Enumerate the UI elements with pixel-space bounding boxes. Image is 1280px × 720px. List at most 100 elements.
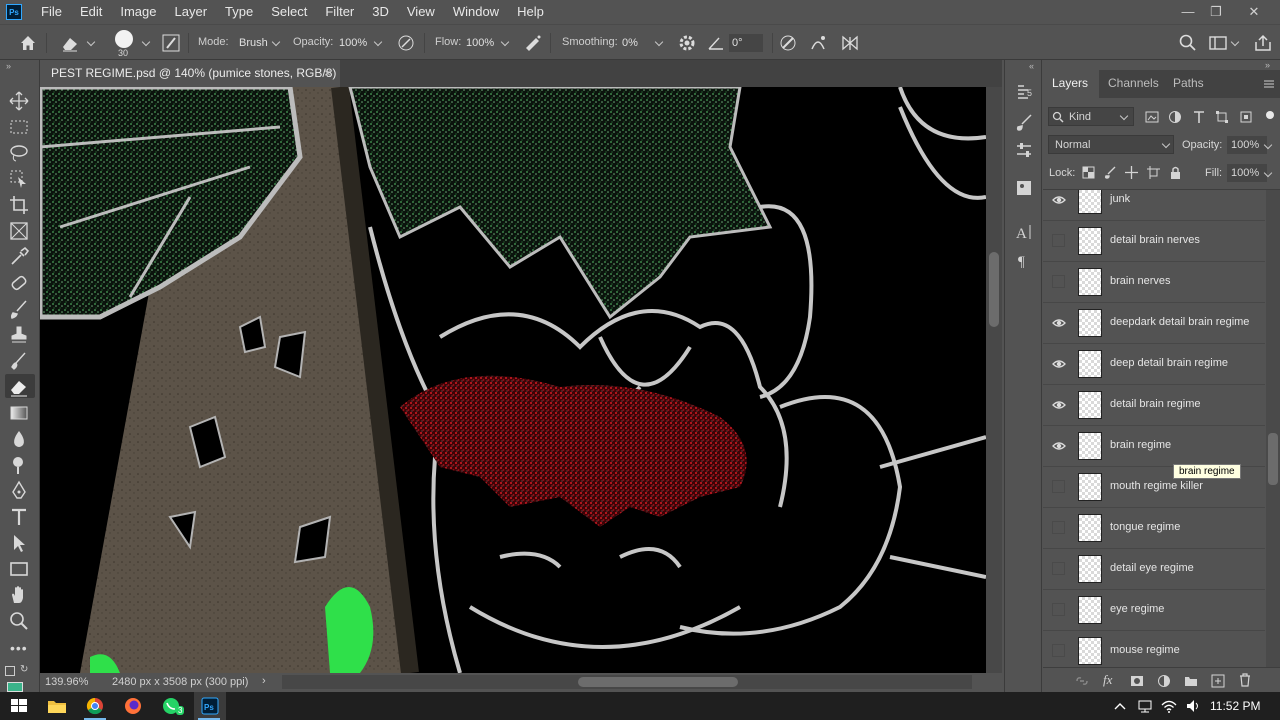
eyedropper-tool-icon[interactable] xyxy=(8,246,30,268)
new-layer-icon[interactable] xyxy=(1211,674,1225,688)
visibility-toggle[interactable] xyxy=(1052,603,1065,616)
lock-artboard-icon[interactable] xyxy=(1147,166,1160,179)
layer-opacity-field[interactable]: 100% xyxy=(1227,136,1267,154)
minimize-icon[interactable]: — xyxy=(1178,2,1198,22)
restore-icon[interactable]: ❐ xyxy=(1206,2,1226,22)
visibility-toggle[interactable] xyxy=(1052,562,1065,575)
chevron-down-icon[interactable] xyxy=(86,37,96,47)
object-selection-tool-icon[interactable] xyxy=(8,168,30,190)
brush-settings-icon[interactable] xyxy=(161,33,181,53)
filter-adjustment-icon[interactable] xyxy=(1168,110,1182,124)
vertical-scroll-thumb[interactable] xyxy=(989,252,999,327)
brush-preview[interactable] xyxy=(115,30,133,48)
symmetry-icon[interactable] xyxy=(808,33,828,53)
layer-row[interactable]: eye regime xyxy=(1043,590,1265,631)
wifi-icon[interactable] xyxy=(1160,698,1178,714)
panel-menu-icon[interactable] xyxy=(1263,78,1275,90)
layer-row[interactable]: deepdark detail brain regime xyxy=(1043,303,1265,344)
butterfly-icon[interactable] xyxy=(840,33,860,53)
chevron-down-icon[interactable] xyxy=(1230,37,1240,47)
frame-tool-icon[interactable] xyxy=(8,220,30,242)
paragraph-panel-icon[interactable]: ¶ xyxy=(1014,250,1034,270)
chrome-icon[interactable] xyxy=(84,696,106,716)
lock-transparent-icon[interactable] xyxy=(1082,166,1095,179)
close-icon[interactable]: ✕ xyxy=(1244,2,1264,22)
adjustment-layer-icon[interactable] xyxy=(1157,674,1171,688)
fill-field[interactable]: 100% xyxy=(1227,164,1267,182)
taskbar-clock[interactable]: 11:52 PM xyxy=(1210,699,1260,713)
add-mask-icon[interactable] xyxy=(1130,674,1144,688)
network-icon[interactable] xyxy=(1137,698,1153,714)
rectangle-tool-icon[interactable] xyxy=(8,558,30,580)
menu-file[interactable]: File xyxy=(32,0,71,24)
workspace-icon[interactable] xyxy=(1208,33,1228,53)
menu-view[interactable]: View xyxy=(398,0,444,24)
collapse-panels-icon[interactable]: » xyxy=(1265,60,1270,70)
photoshop-icon[interactable]: Ps xyxy=(199,696,221,716)
character-panel-icon[interactable]: A xyxy=(1014,222,1034,242)
angle-field[interactable]: 0° xyxy=(729,34,763,52)
foreground-color-swatch[interactable] xyxy=(7,682,23,692)
properties-panel-icon[interactable] xyxy=(1014,178,1034,198)
collapse-panel-icon[interactable]: « xyxy=(1029,61,1034,71)
delete-layer-icon[interactable] xyxy=(1238,673,1252,687)
crop-tool-icon[interactable] xyxy=(8,194,30,216)
opacity-field[interactable]: 100% xyxy=(336,34,372,52)
pressure-size-icon[interactable] xyxy=(778,33,798,53)
chevron-down-icon[interactable] xyxy=(500,37,510,47)
layer-row[interactable]: brain nerves xyxy=(1043,262,1265,303)
horizontal-scrollbar[interactable] xyxy=(282,675,972,689)
menu-help[interactable]: Help xyxy=(508,0,553,24)
menu-window[interactable]: Window xyxy=(444,0,508,24)
menu-type[interactable]: Type xyxy=(216,0,262,24)
path-selection-tool-icon[interactable] xyxy=(8,532,30,554)
visibility-toggle[interactable] xyxy=(1052,275,1065,288)
history-brush-tool-icon[interactable] xyxy=(8,350,30,372)
visibility-toggle[interactable] xyxy=(1052,234,1065,247)
airbrush-icon[interactable] xyxy=(523,33,543,53)
filter-smart-object-icon[interactable] xyxy=(1239,110,1253,124)
visibility-toggle[interactable] xyxy=(1052,480,1065,493)
pen-tool-icon[interactable] xyxy=(8,480,30,502)
fx-icon[interactable]: fx xyxy=(1103,672,1112,688)
share-icon[interactable] xyxy=(1253,33,1273,53)
pressure-opacity-icon[interactable] xyxy=(396,33,416,53)
filter-kind-select[interactable]: Kind xyxy=(1048,107,1134,126)
brush-tool-icon[interactable] xyxy=(8,298,30,320)
collapse-toolbox-icon[interactable]: » xyxy=(6,61,11,71)
lock-position-icon[interactable] xyxy=(1125,166,1138,179)
history-panel-icon[interactable]: 5 xyxy=(1014,82,1034,102)
menu-edit[interactable]: Edit xyxy=(71,0,111,24)
layer-row[interactable]: brain regime xyxy=(1043,426,1265,467)
layer-row[interactable]: detail brain nerves xyxy=(1043,221,1265,262)
eye-icon[interactable] xyxy=(1052,439,1066,453)
eraser-tool-icon[interactable] xyxy=(8,376,30,398)
smoothing-field[interactable]: 0% xyxy=(619,34,655,52)
eye-icon[interactable] xyxy=(1052,357,1066,371)
lock-all-icon[interactable] xyxy=(1169,166,1182,179)
tab-close-icon[interactable]: × xyxy=(324,60,331,87)
more-tools-icon[interactable]: ••• xyxy=(10,640,28,656)
layer-row[interactable]: tongue regime xyxy=(1043,508,1265,549)
lock-image-icon[interactable] xyxy=(1104,166,1117,179)
flow-field[interactable]: 100% xyxy=(463,34,499,52)
status-arrow-icon[interactable]: › xyxy=(262,675,266,687)
healing-brush-tool-icon[interactable] xyxy=(8,272,30,294)
chevron-down-icon[interactable] xyxy=(141,37,151,47)
swap-colors-icon[interactable]: ↻ xyxy=(20,664,28,675)
menu-layer[interactable]: Layer xyxy=(166,0,217,24)
home-icon[interactable] xyxy=(18,33,38,53)
search-icon[interactable] xyxy=(1178,33,1198,53)
chevron-down-icon[interactable] xyxy=(654,37,664,47)
layer-row[interactable]: detail brain regime xyxy=(1043,385,1265,426)
tab-channels[interactable]: Channels xyxy=(1108,76,1159,90)
marquee-tool-icon[interactable] xyxy=(8,116,30,138)
lasso-tool-icon[interactable] xyxy=(8,142,30,164)
default-colors-icon[interactable] xyxy=(5,666,15,676)
dodge-tool-icon[interactable] xyxy=(8,454,30,476)
layer-row[interactable]: mouse regime xyxy=(1043,631,1265,667)
chevron-down-icon[interactable] xyxy=(373,37,383,47)
file-explorer-icon[interactable] xyxy=(46,696,68,716)
type-tool-icon[interactable] xyxy=(8,506,30,528)
filter-type-icon[interactable] xyxy=(1192,110,1206,124)
